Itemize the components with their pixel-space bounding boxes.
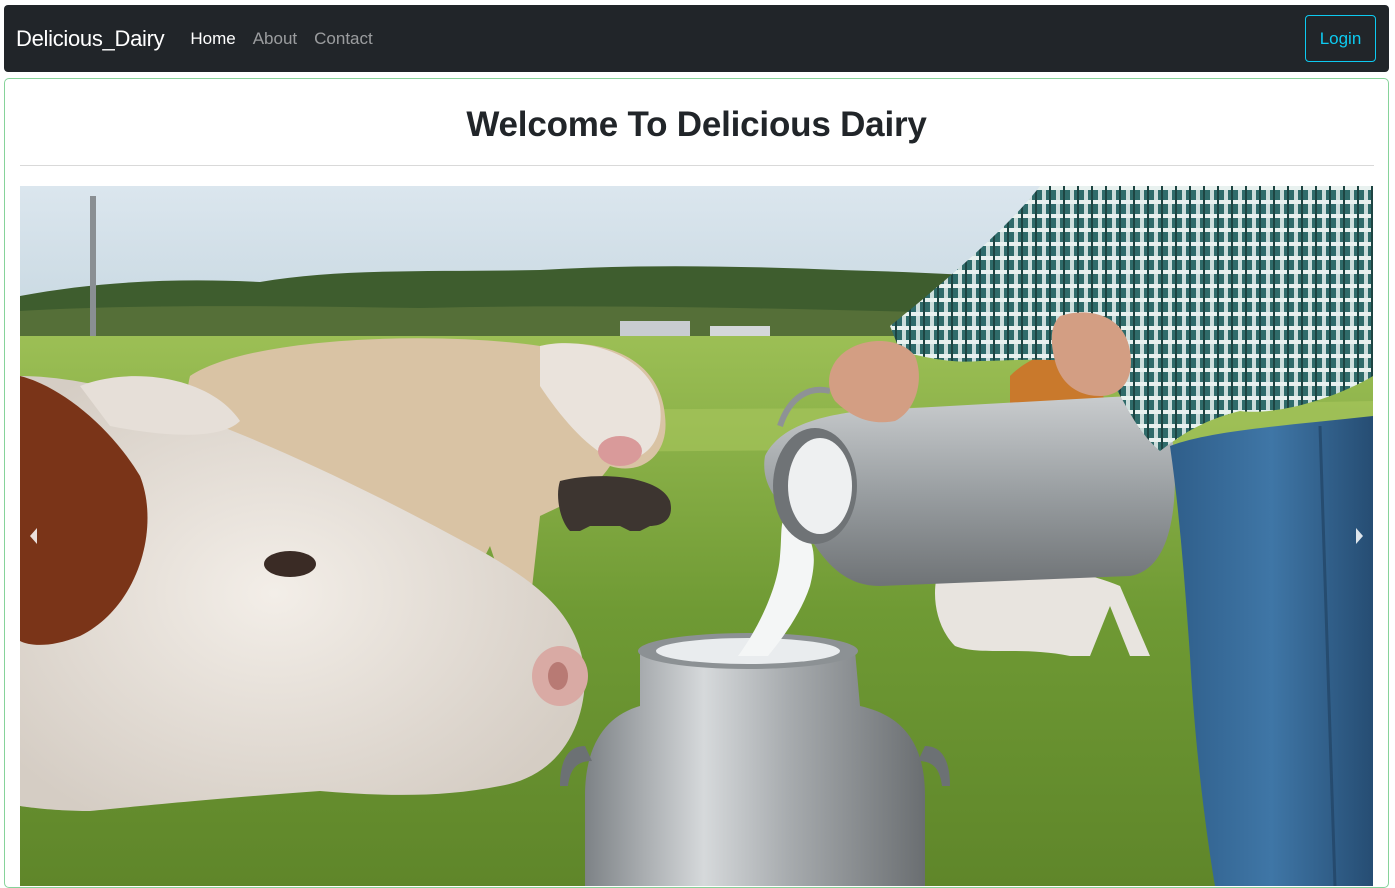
nav-link-about[interactable]: About <box>253 29 297 49</box>
login-button[interactable]: Login <box>1305 15 1376 62</box>
chevron-left-icon <box>30 528 37 544</box>
image-carousel <box>20 186 1373 886</box>
title-divider <box>20 165 1374 166</box>
carousel-next-button[interactable] <box>1333 186 1373 886</box>
nav-link-contact[interactable]: Contact <box>314 29 373 49</box>
carousel-prev-button[interactable] <box>20 186 60 886</box>
chevron-right-icon <box>1356 528 1363 544</box>
nav-link-home[interactable]: Home <box>190 29 235 49</box>
page-title: Welcome To Delicious Dairy <box>466 105 927 144</box>
top-navbar: Delicious_Dairy Home About Contact Login <box>4 5 1389 72</box>
brand-link[interactable]: Delicious_Dairy <box>16 26 165 52</box>
carousel-slide-image <box>20 186 1373 886</box>
content-card: Welcome To Delicious Dairy <box>4 78 1389 888</box>
